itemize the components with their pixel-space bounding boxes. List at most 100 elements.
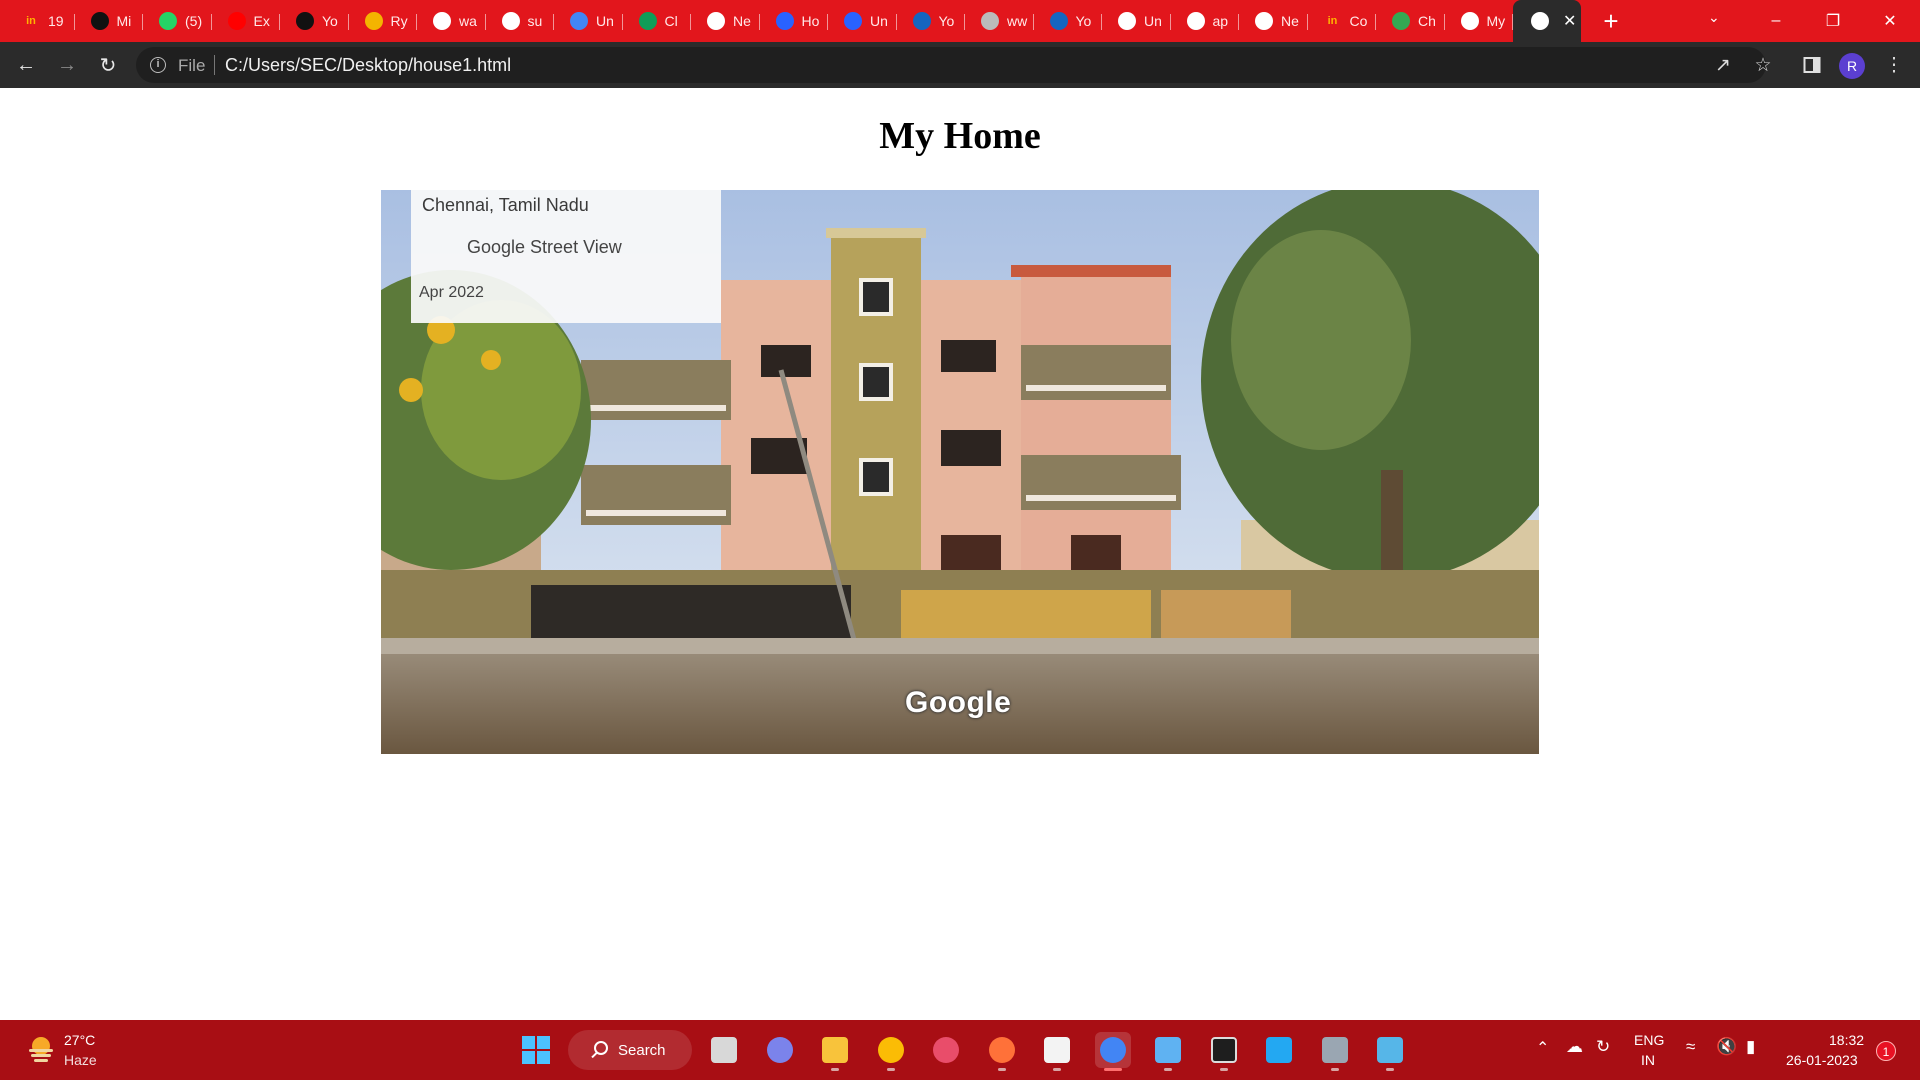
tab-search-chevron-icon[interactable]: ⌄: [1708, 9, 1720, 26]
notepad-icon[interactable]: [1150, 1032, 1186, 1071]
browser-tab[interactable]: Cl: [623, 6, 692, 36]
browser-tab[interactable]: Ry: [349, 6, 418, 36]
tab-title: My: [1486, 13, 1506, 29]
browser-tab[interactable]: Un: [554, 6, 623, 36]
browser-tab[interactable]: My: [1445, 6, 1514, 36]
restore-button[interactable]: ❐: [1805, 0, 1861, 42]
google-icon: [501, 12, 520, 30]
wifi-icon[interactable]: ≈: [1686, 1037, 1695, 1057]
tab-title: 19: [48, 13, 64, 29]
chrome-glyph: [877, 1037, 904, 1063]
drive-icon: [638, 12, 657, 30]
chrome-icon[interactable]: [873, 1032, 909, 1071]
browser-tab[interactable]: Yo: [1034, 6, 1103, 36]
profile-avatar[interactable]: R: [1839, 53, 1865, 79]
task-view-icon[interactable]: [706, 1032, 742, 1068]
browser-tab[interactable]: Yo: [280, 6, 349, 36]
tab-title: (5): [185, 13, 203, 29]
globe-icon: [1531, 12, 1549, 30]
menu-kebab-icon[interactable]: ⋮: [1879, 50, 1909, 80]
battery-icon[interactable]: ▮: [1746, 1037, 1755, 1057]
browser-tab[interactable]: (5): [143, 6, 212, 36]
teams-icon[interactable]: [762, 1032, 798, 1068]
chrome-icon: [707, 12, 725, 30]
tab-title: Un: [1144, 13, 1162, 29]
browser-tab[interactable]: in 19: [6, 6, 75, 36]
firefox-icon[interactable]: [984, 1032, 1020, 1071]
settings-icon[interactable]: [1317, 1032, 1353, 1071]
browser-tab[interactable]: ap: [1171, 6, 1240, 36]
browser-tab[interactable]: Yo: [897, 6, 966, 36]
tab-title: ap: [1212, 13, 1229, 29]
search-icon: [594, 1041, 608, 1055]
close-window-button[interactable]: ✕: [1862, 0, 1918, 42]
back-button[interactable]: ←: [10, 49, 42, 81]
c-icon: [775, 12, 794, 30]
browser-tab[interactable]: wa: [417, 6, 486, 36]
volume-muted-icon[interactable]: 🔇: [1716, 1037, 1737, 1057]
weather-temperature[interactable]: 27°C: [64, 1032, 95, 1048]
minimize-button[interactable]: –: [1748, 0, 1804, 42]
taskbar-search-button[interactable]: Search: [568, 1030, 692, 1070]
new-tab-button[interactable]: +: [1597, 7, 1625, 35]
tab-title: Cl: [664, 13, 678, 29]
vscode-glyph: [1266, 1037, 1292, 1063]
weather-haze-icon[interactable]: [26, 1034, 56, 1064]
s-icon: [912, 12, 931, 30]
running-indicator: [1164, 1068, 1172, 1071]
clock-date[interactable]: 26-01-2023: [1786, 1052, 1858, 1068]
running-indicator: [886, 1068, 895, 1071]
browser-tab[interactable]: Ex: [212, 6, 281, 36]
sync-icon[interactable]: ↻: [1596, 1037, 1610, 1057]
vscode-icon[interactable]: [1261, 1032, 1297, 1068]
tray-overflow-chevron-icon[interactable]: ⌃: [1536, 1038, 1549, 1058]
url-text[interactable]: C:/Users/SEC/Desktop/house1.html: [225, 55, 511, 76]
side-panel-icon[interactable]: [1797, 50, 1827, 80]
tab-title: Ex: [253, 13, 270, 29]
browser-tab[interactable]: Ho: [760, 6, 829, 36]
tab-list: in 19 Mi (5) Ex Yo Ry wa su Un Cl Ne Ho Un Yo ww Yo Un ap N…: [0, 0, 1581, 42]
c-icon: [844, 12, 862, 30]
browser-tab[interactable]: Un: [1102, 6, 1171, 36]
windows-start-icon[interactable]: [522, 1036, 550, 1064]
chrome-profile-icon[interactable]: [1094, 1032, 1131, 1071]
language-indicator[interactable]: ENG: [1634, 1032, 1664, 1048]
chrome-icon: [1255, 12, 1273, 30]
notification-badge[interactable]: 1: [1876, 1041, 1896, 1061]
browser-tab[interactable]: ww: [965, 6, 1034, 36]
page-content: My Home Chennai, Tamil Nadu Google Stree…: [0, 88, 1920, 1020]
onedrive-cloud-icon[interactable]: ☁: [1566, 1037, 1583, 1057]
weather-condition[interactable]: Haze: [64, 1052, 97, 1068]
bookmark-star-icon[interactable]: ☆: [1748, 50, 1778, 80]
browser-tab[interactable]: Ne: [691, 6, 760, 36]
paint-glyph: [1377, 1037, 1403, 1063]
photos-icon[interactable]: [928, 1032, 964, 1068]
address-bar[interactable]: i File C:/Users/SEC/Desktop/house1.html: [136, 47, 1766, 83]
reload-button[interactable]: ↻: [92, 49, 124, 81]
chrome-profile-glyph: [1099, 1037, 1126, 1063]
share-icon[interactable]: ↗: [1708, 50, 1738, 80]
browser-tab[interactable]: Mi: [75, 6, 144, 36]
globe-icon: [981, 12, 999, 30]
browser-tab[interactable]: Ne: [1239, 6, 1308, 36]
browser-tab[interactable]: Ch: [1376, 6, 1445, 36]
editor-icon[interactable]: [1039, 1032, 1075, 1071]
running-indicator: [997, 1068, 1006, 1071]
paint-icon[interactable]: [1372, 1032, 1408, 1071]
file-explorer-icon[interactable]: [817, 1032, 853, 1071]
capture-date-label: Apr 2022: [419, 284, 484, 301]
tab-title: Yo: [938, 13, 955, 29]
clock-time[interactable]: 18:32: [1829, 1032, 1864, 1048]
browser-tab[interactable]: su: [486, 6, 555, 36]
s-icon: [1049, 12, 1068, 30]
terminal-icon[interactable]: [1206, 1032, 1242, 1071]
running-indicator: [1053, 1068, 1061, 1071]
browser-tab[interactable]: Un: [828, 6, 897, 36]
site-info-icon[interactable]: i: [150, 57, 166, 73]
active-browser-tab[interactable]: ✕: [1513, 0, 1581, 42]
forward-button[interactable]: →: [51, 49, 83, 81]
browser-tab[interactable]: in Co: [1308, 6, 1377, 36]
globe-icon: [1460, 12, 1479, 30]
close-tab-icon[interactable]: ✕: [1563, 11, 1576, 31]
region-indicator[interactable]: IN: [1641, 1052, 1655, 1068]
